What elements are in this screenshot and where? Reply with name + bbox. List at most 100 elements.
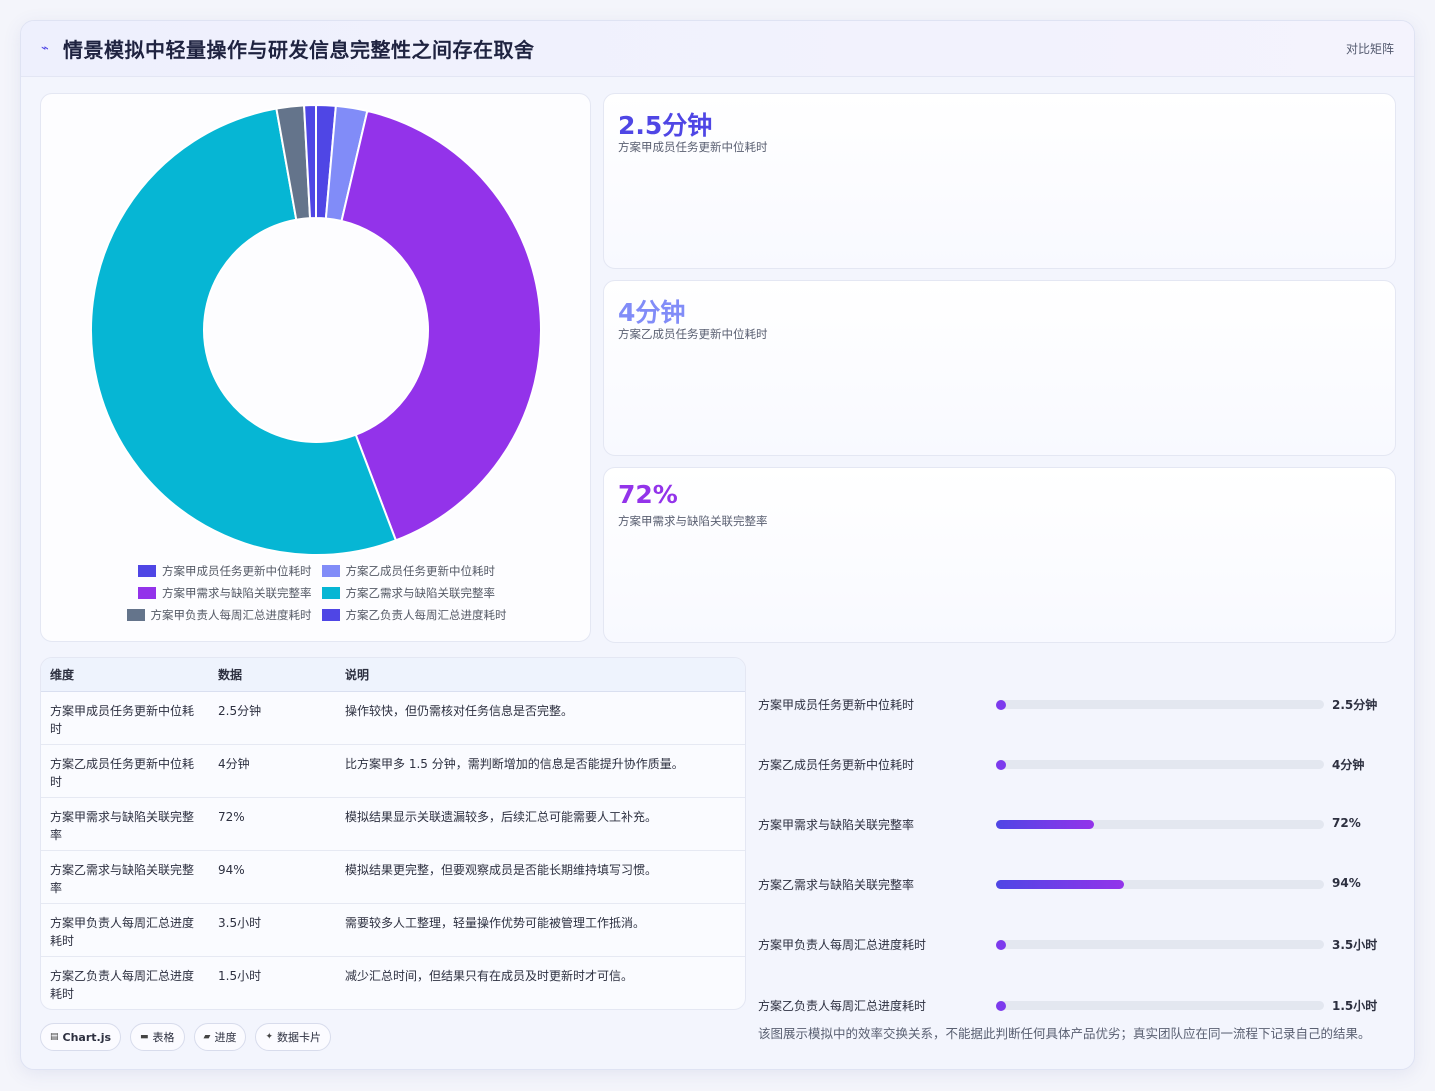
- legend-swatch: [321, 565, 340, 577]
- cell-note: 需要较多人工整理，轻量操作优势可能被管理工作抵消。: [336, 903, 745, 957]
- legend-item[interactable]: 方案乙需求与缺陷关联完整率: [321, 585, 496, 601]
- progress-row: 方案甲成员任务更新中位耗时 2.5分钟: [758, 694, 1398, 714]
- column-header: 维度: [41, 658, 209, 692]
- cell-note: 减少汇总时间，但结果只有在成员及时更新时才可信。: [345, 968, 634, 983]
- table-icon: ▬: [140, 1032, 149, 1042]
- progress-fill: [996, 820, 1095, 829]
- chip-table[interactable]: ▬ 表格: [130, 1023, 185, 1051]
- progress-track: [996, 1000, 1324, 1011]
- progress-label: 方案乙负责人每周汇总进度耗时: [758, 999, 927, 1013]
- table-row: 方案甲成员任务更新中位耗时 2.5分钟 操作较快，但仍需核对任务信息是否完整。: [41, 691, 745, 745]
- table-row: 方案乙需求与缺陷关联完整率 94% 模拟结果更完整，但要观察成员是否能长期维持填…: [41, 850, 745, 904]
- legend-label: 方案乙负责人每周汇总进度耗时: [345, 608, 507, 622]
- progress-value: 3.5小时: [1332, 938, 1378, 952]
- comparison-table-card: 维度 数据 说明 方案甲成员任务更新中位耗时 2.5分钟 操作较快，但仍需核对任…: [40, 657, 746, 1010]
- progress-label: 方案甲负责人每周汇总进度耗时: [758, 938, 927, 952]
- legend-label: 方案甲需求与缺陷关联完整率: [162, 586, 312, 600]
- progress-row: 方案乙负责人每周汇总进度耗时 1.5小时: [758, 995, 1398, 1015]
- cell-data: 4分钟: [209, 744, 336, 798]
- cell-note: 比方案甲多 1.5 分钟，需判断增加的信息是否能提升协作质量。: [336, 744, 745, 798]
- legend-swatch: [321, 587, 340, 599]
- chip-data-card[interactable]: ✦ 数据卡片: [255, 1023, 332, 1051]
- progress-icon: ▰: [203, 1032, 211, 1042]
- stat-value: 2.5分钟: [618, 111, 713, 140]
- legend-item[interactable]: 方案甲成员任务更新中位耗时: [138, 563, 312, 579]
- stat-label: 方案乙成员任务更新中位耗时: [618, 327, 768, 341]
- stat-label: 方案甲需求与缺陷关联完整率: [618, 514, 768, 528]
- progress-fill: [996, 880, 1124, 889]
- chip-label: Chart.js: [62, 1030, 112, 1044]
- cell-dimension: 方案乙成员任务更新中位耗时: [41, 744, 209, 798]
- progress-row: 方案乙成员任务更新中位耗时 4分钟: [758, 754, 1398, 774]
- cell-data: 3.5小时: [209, 903, 336, 957]
- progress-track: [996, 699, 1324, 710]
- progress-value: 2.5分钟: [1332, 698, 1378, 712]
- progress-value: 94%: [1332, 876, 1361, 890]
- column-header: 数据: [209, 658, 336, 692]
- progress-label: 方案乙需求与缺陷关联完整率: [758, 878, 915, 892]
- progress-label: 方案甲成员任务更新中位耗时: [758, 698, 915, 712]
- cell-data: 1.5小时: [218, 968, 262, 983]
- progress-label: 方案乙成员任务更新中位耗时: [758, 758, 915, 772]
- progress-row: 方案甲需求与缺陷关联完整率 72%: [758, 814, 1398, 834]
- library-chips: ▤ Chart.js ▬ 表格 ▰ 进度 ✦ 数据卡片: [40, 1023, 332, 1051]
- cell-dimension: 方案甲需求与缺陷关联完整率: [41, 797, 209, 851]
- legend-item[interactable]: 方案乙成员任务更新中位耗时: [321, 563, 495, 579]
- stat-card: 72% 方案甲需求与缺陷关联完整率: [603, 467, 1396, 643]
- table-row: 方案甲负责人每周汇总进度耗时 3.5小时 需要较多人工整理，轻量操作优势可能被管…: [41, 903, 745, 957]
- progress-value: 4分钟: [1332, 758, 1365, 772]
- legend-swatch: [321, 609, 340, 621]
- progress-value: 1.5小时: [1332, 999, 1378, 1013]
- table-header-row: 维度 数据 说明: [41, 658, 745, 692]
- donut-chart-card: 方案甲成员任务更新中位耗时 方案乙成员任务更新中位耗时 方案甲需求与缺陷关联完整…: [40, 93, 591, 642]
- chip-label: 表格: [152, 1031, 175, 1044]
- cell-data: 94%: [209, 850, 336, 904]
- cell-dimension: 方案乙负责人每周汇总进度耗时: [50, 968, 195, 1001]
- legend-swatch: [126, 609, 145, 621]
- footnote: 该图展示模拟中的效率交换关系，不能据此判断任何具体产品优劣；真实团队应在同一流程…: [758, 1026, 1371, 1041]
- progress-track: [996, 939, 1324, 950]
- progress-row: 方案乙需求与缺陷关联完整率 94%: [758, 874, 1398, 894]
- cell-data: 2.5分钟: [209, 691, 336, 745]
- legend-label: 方案甲负责人每周汇总进度耗时: [150, 608, 312, 622]
- cell-note: 模拟结果显示关联遗漏较多，后续汇总可能需要人工补充。: [336, 797, 745, 851]
- legend-swatch: [138, 587, 156, 599]
- legend-item[interactable]: 方案甲负责人每周汇总进度耗时: [126, 607, 312, 623]
- stat-value: 72%: [618, 480, 678, 509]
- progress-fill: [996, 699, 1006, 710]
- cell-note: 模拟结果更完整，但要观察成员是否能长期维持填写习惯。: [336, 850, 745, 904]
- legend-item[interactable]: 方案乙负责人每周汇总进度耗时: [321, 607, 507, 623]
- chip-label: 进度: [214, 1031, 237, 1044]
- header-bar: ⌁ 情景模拟中轻量操作与研发信息完整性之间存在取舍 对比矩阵: [21, 21, 1414, 77]
- table-row: 方案乙成员任务更新中位耗时 4分钟 比方案甲多 1.5 分钟，需判断增加的信息是…: [41, 744, 745, 798]
- cell-dimension: 方案甲负责人每周汇总进度耗时: [41, 903, 209, 957]
- progress-fill: [996, 1000, 1006, 1011]
- cell-note: 操作较快，但仍需核对任务信息是否完整。: [336, 691, 745, 745]
- progress-label: 方案甲需求与缺陷关联完整率: [758, 818, 915, 832]
- progress-track: [996, 880, 1324, 889]
- legend-item[interactable]: 方案甲需求与缺陷关联完整率: [138, 585, 312, 601]
- stat-value: 4分钟: [618, 298, 686, 327]
- cell-dimension: 方案乙需求与缺陷关联完整率: [41, 850, 209, 904]
- trend-icon: ⌁: [41, 41, 49, 56]
- chip-progress[interactable]: ▰ 进度: [193, 1023, 247, 1051]
- stat-card: 4分钟 方案乙成员任务更新中位耗时: [603, 280, 1396, 456]
- progress-track: [996, 820, 1324, 829]
- progress-fill: [996, 939, 1006, 950]
- title-group: ⌁ 情景模拟中轻量操作与研发信息完整性之间存在取舍: [41, 34, 535, 63]
- legend-label: 方案乙需求与缺陷关联完整率: [345, 586, 496, 600]
- dashboard-frame: ⌁ 情景模拟中轻量操作与研发信息完整性之间存在取舍 对比矩阵 方案甲成员任务更新…: [20, 20, 1415, 1070]
- cell-data: 72%: [209, 797, 336, 851]
- chart-legend: 方案甲成员任务更新中位耗时 方案乙成员任务更新中位耗时 方案甲需求与缺陷关联完整…: [41, 560, 592, 626]
- legend-swatch: [138, 565, 156, 577]
- table-row: 方案乙负责人每周汇总进度耗时 1.5小时 减少汇总时间，但结果只有在成员及时更新…: [41, 956, 745, 1009]
- chip-chartjs[interactable]: ▤ Chart.js: [40, 1023, 122, 1051]
- stat-card: 2.5分钟 方案甲成员任务更新中位耗时: [603, 93, 1396, 269]
- view-mode-label[interactable]: 对比矩阵: [1346, 40, 1394, 57]
- stat-label: 方案甲成员任务更新中位耗时: [618, 140, 768, 154]
- chart-icon: ▤: [50, 1032, 59, 1042]
- progress-track: [996, 759, 1324, 770]
- comparison-table: 维度 数据 说明 方案甲成员任务更新中位耗时 2.5分钟 操作较快，但仍需核对任…: [41, 658, 745, 1009]
- column-header: 说明: [336, 658, 745, 692]
- legend-label: 方案甲成员任务更新中位耗时: [162, 564, 312, 578]
